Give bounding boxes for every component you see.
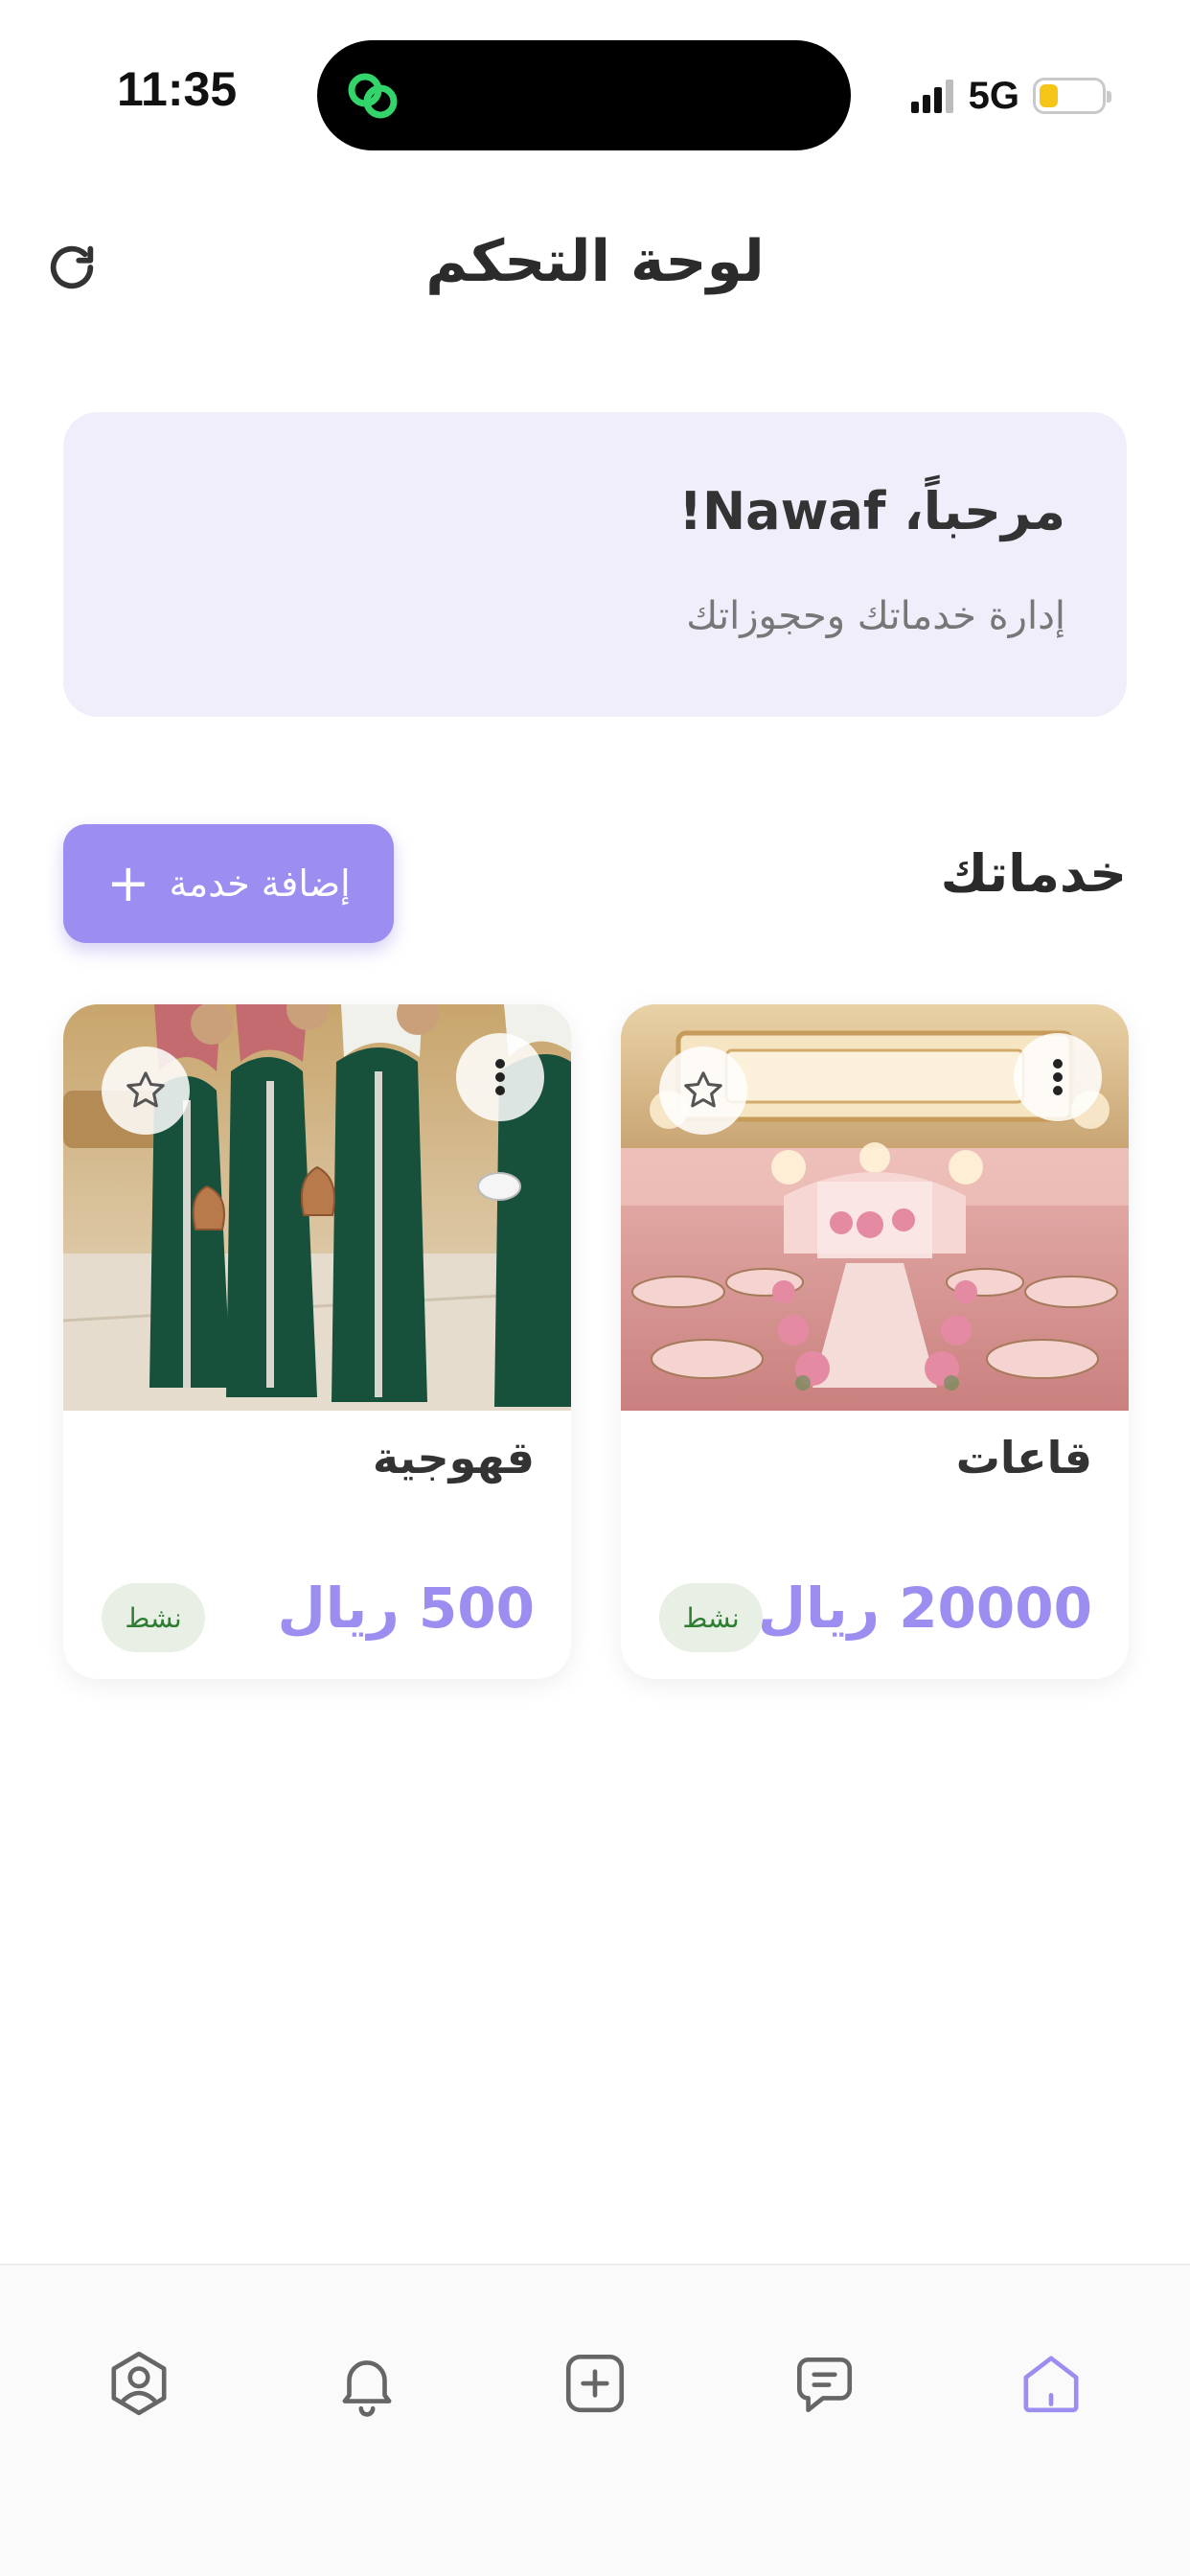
add-square-icon	[565, 2354, 625, 2413]
nav-notifications[interactable]	[324, 2340, 410, 2426]
nav-add[interactable]	[552, 2340, 638, 2426]
add-service-button[interactable]: إضافة خدمة +	[63, 824, 394, 943]
bell-icon	[342, 2360, 392, 2417]
card-menu-button[interactable]	[456, 1033, 544, 1121]
page-title: لوحة التحكم	[425, 228, 765, 295]
network-label: 5G	[968, 74, 1019, 117]
more-vertical-icon	[1053, 1059, 1063, 1095]
service-card[interactable]: قهوجية 500 ريال نشط	[63, 1004, 571, 1679]
service-price: 500 ريال	[277, 1576, 535, 1641]
profile-icon	[111, 2351, 167, 2416]
service-card[interactable]: قاعات 20000 ريال نشط	[621, 1004, 1129, 1679]
favorite-button[interactable]	[102, 1046, 190, 1135]
app-activity-icon	[348, 73, 398, 119]
battery-icon	[1033, 78, 1111, 114]
service-price: 20000 ريال	[757, 1576, 1092, 1641]
status-indicators: 5G	[910, 67, 1111, 125]
star-icon	[684, 1071, 722, 1108]
favorite-button[interactable]	[659, 1046, 747, 1135]
add-service-label: إضافة خدمة	[169, 862, 351, 905]
status-time: 11:35	[117, 62, 238, 116]
chat-icon	[797, 2358, 853, 2413]
welcome-card: مرحباً، Nawaf! إدارة خدماتك وحجوزاتك	[63, 412, 1127, 717]
home-icon	[1023, 2356, 1079, 2413]
card-menu-button[interactable]	[1014, 1033, 1102, 1121]
signal-icon	[910, 80, 953, 113]
services-section-title: خدماتك	[940, 843, 1127, 904]
plus-icon: +	[106, 853, 150, 913]
status-badge: نشط	[102, 1583, 205, 1652]
more-vertical-icon	[495, 1059, 505, 1095]
dynamic-island	[317, 40, 851, 150]
nav-messages[interactable]	[780, 2340, 866, 2426]
welcome-subtitle: إدارة خدماتك وحجوزاتك	[686, 594, 1065, 638]
nav-profile[interactable]	[96, 2340, 182, 2426]
service-name: قاعات	[955, 1432, 1092, 1484]
star-icon	[126, 1071, 165, 1108]
battery-level	[1040, 84, 1058, 107]
bottom-navigation	[0, 2264, 1190, 2576]
service-name: قهوجية	[372, 1432, 535, 1484]
nav-home[interactable]	[1008, 2340, 1094, 2426]
status-badge: نشط	[659, 1583, 763, 1652]
welcome-title: مرحباً، Nawaf!	[678, 481, 1065, 541]
